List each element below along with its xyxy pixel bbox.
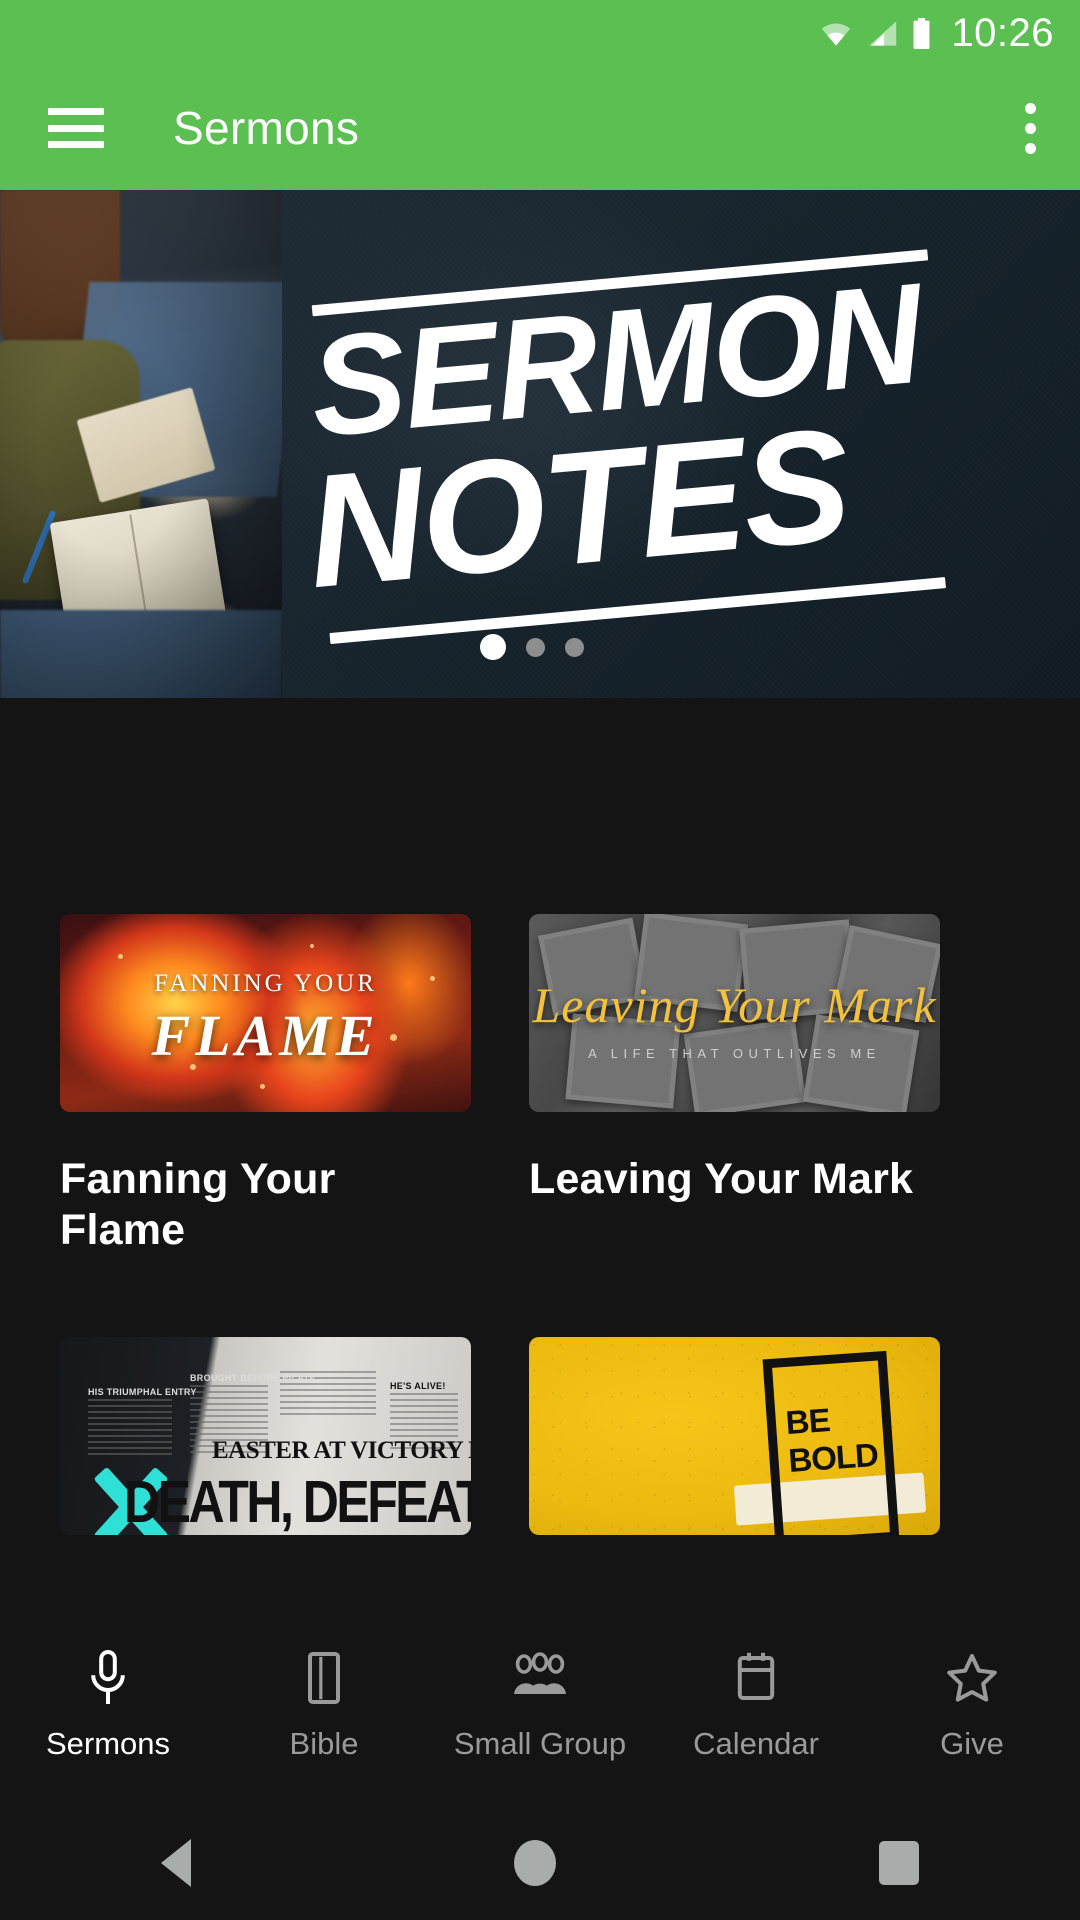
- recents-square-icon[interactable]: [878, 1840, 919, 1885]
- hero-title-line2: NOTES: [300, 393, 856, 622]
- thumbnail-column-heading: HIS TRIUMPHAL ENTRY: [88, 1387, 197, 1398]
- nav-label: Bible: [289, 1726, 359, 1761]
- thumbnail-subtitle: FANNING YOUR: [154, 970, 377, 997]
- sermon-thumbnail: FANNING YOUR FLAME: [60, 914, 471, 1112]
- nav-item-small-group[interactable]: Small Group: [432, 1648, 648, 1762]
- hamburger-menu-icon[interactable]: [48, 108, 104, 148]
- sermon-card-leaving-your-mark[interactable]: Leaving Your Mark A LIFE THAT OUTLIVES M…: [529, 914, 940, 1255]
- more-vertical-icon[interactable]: [1025, 102, 1036, 154]
- hero-photo: [0, 190, 282, 698]
- sermon-row-2: HIS TRIUMPHAL ENTRY BROUGHT BEFORE PILAT…: [60, 1337, 1020, 1577]
- android-system-nav: [0, 1805, 1080, 1920]
- nav-item-calendar[interactable]: Calendar: [648, 1648, 864, 1762]
- sermon-thumbnail: BE BOLD: [529, 1337, 940, 1536]
- sermon-card-be-bold[interactable]: BE BOLD: [529, 1337, 940, 1577]
- cellular-signal-icon: [866, 20, 898, 47]
- back-triangle-icon[interactable]: [161, 1838, 192, 1887]
- thumbnail-kicker: EASTER AT VICTORY HILL: [212, 1437, 471, 1465]
- nav-label: Small Group: [453, 1726, 627, 1761]
- status-bar: 10:26: [0, 0, 1080, 66]
- thumbnail-title: Leaving Your Mark: [532, 977, 937, 1033]
- thumbnail-column-heading: HE'S ALIVE!: [390, 1381, 446, 1392]
- carousel-dot-1[interactable]: [480, 634, 506, 660]
- app-screen: 10:26 Sermons SERMON NOTES FANNING YOUR …: [0, 0, 1080, 1920]
- nav-label: Sermons: [45, 1726, 171, 1761]
- nav-label: Calendar: [693, 1726, 819, 1761]
- app-bar: Sermons: [0, 66, 1080, 190]
- nav-item-sermons[interactable]: Sermons: [0, 1648, 216, 1762]
- sermon-card-death-defeated[interactable]: HIS TRIUMPHAL ENTRY BROUGHT BEFORE PILAT…: [60, 1337, 471, 1577]
- wifi-icon: [819, 20, 853, 47]
- sermon-grid: FANNING YOUR FLAME Fanning Your Flame Le…: [0, 698, 1080, 1628]
- book-icon: [302, 1648, 346, 1708]
- calendar-icon: [733, 1648, 779, 1708]
- microphone-icon: [86, 1648, 130, 1708]
- nav-item-give[interactable]: Give: [864, 1648, 1080, 1762]
- carousel-indicator[interactable]: [480, 634, 584, 660]
- battery-icon: [911, 17, 932, 49]
- carousel-dot-2[interactable]: [526, 637, 545, 657]
- thumbnail-title: DEATH, DEFEATED: [124, 1469, 471, 1536]
- sermon-row-1: FANNING YOUR FLAME Fanning Your Flame Le…: [60, 914, 1020, 1255]
- sermon-card-fanning-your-flame[interactable]: FANNING YOUR FLAME Fanning Your Flame: [60, 914, 471, 1255]
- hero-artwork: SERMON NOTES: [282, 190, 1080, 698]
- thumbnail-column-heading: BROUGHT BEFORE PILATE: [190, 1373, 316, 1384]
- sermon-thumbnail: Leaving Your Mark A LIFE THAT OUTLIVES M…: [529, 914, 940, 1112]
- nav-label: Give: [940, 1726, 1004, 1761]
- carousel-dot-3[interactable]: [565, 637, 584, 657]
- sermon-card-title: Leaving Your Mark: [529, 1155, 914, 1203]
- home-circle-icon[interactable]: [513, 1839, 556, 1886]
- nav-item-bible[interactable]: Bible: [216, 1648, 432, 1762]
- thumbnail-title-line2: BOLD: [787, 1436, 879, 1480]
- status-bar-clock: 10:26: [951, 10, 1054, 55]
- people-group-icon: [510, 1648, 570, 1708]
- page-title: Sermons: [173, 102, 360, 154]
- sermon-card-title: Fanning Your Flame: [60, 1155, 336, 1254]
- hero-carousel[interactable]: SERMON NOTES: [0, 190, 1080, 698]
- thumbnail-subtitle: A LIFE THAT OUTLIVES ME: [588, 1046, 881, 1061]
- sermon-thumbnail: HIS TRIUMPHAL ENTRY BROUGHT BEFORE PILAT…: [60, 1337, 471, 1536]
- bottom-navigation: Sermons Bible Small Group Calendar Give: [0, 1630, 1080, 1805]
- star-icon: [946, 1648, 998, 1708]
- thumbnail-title: FLAME: [151, 1003, 380, 1068]
